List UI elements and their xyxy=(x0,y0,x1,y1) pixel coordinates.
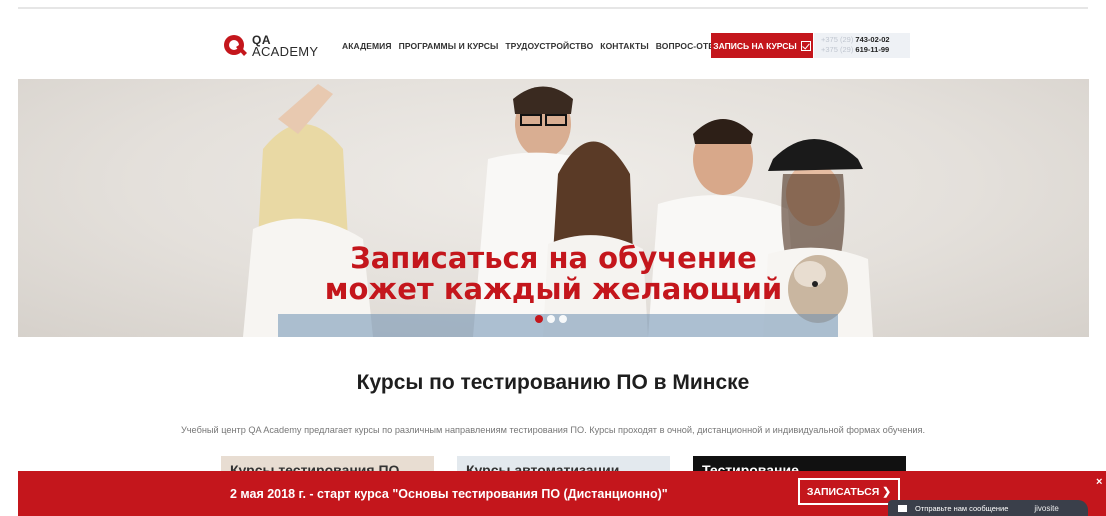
chat-brand: jivosite xyxy=(1034,503,1059,513)
logo-q-icon xyxy=(222,33,248,59)
chevron-right-icon: ❯ xyxy=(882,485,892,498)
page-description: Учебный центр QA Academy предлагает курс… xyxy=(180,425,926,435)
nav-programs[interactable]: ПРОГРАММЫ И КУРСЫ xyxy=(399,41,499,51)
main-nav: АКАДЕМИЯ ПРОГРАММЫ И КУРСЫ ТРУДОУСТРОЙСТ… xyxy=(342,41,726,51)
phone-1[interactable]: +375 (29) 743-02-02 xyxy=(821,35,910,45)
site-header: QA ACADEMY АКАДЕМИЯ ПРОГРАММЫ И КУРСЫ ТР… xyxy=(0,30,1106,62)
slider-dot-3[interactable] xyxy=(559,315,567,323)
slider-dot-1[interactable] xyxy=(535,315,543,323)
hero-title-line1: Записаться на обучение xyxy=(350,241,757,275)
phone-2[interactable]: +375 (29) 619-11-99 xyxy=(821,45,910,55)
close-icon[interactable]: × xyxy=(1096,476,1102,488)
nav-academy[interactable]: АКАДЕМИЯ xyxy=(342,41,392,51)
check-square-icon xyxy=(800,40,811,51)
hero-slider[interactable]: Записаться на обучение может каждый жела… xyxy=(18,79,1089,337)
enroll-button[interactable]: ЗАПИСЬ НА КУРСЫ xyxy=(711,33,813,58)
promo-button-label: ЗАПИСАТЬСЯ xyxy=(806,485,880,498)
nav-employment[interactable]: ТРУДОУСТРОЙСТВО xyxy=(505,41,593,51)
chat-label: Отправьте нам сообщение xyxy=(915,503,1009,513)
mail-icon xyxy=(898,504,907,512)
slider-dots xyxy=(535,315,567,323)
promo-enroll-button[interactable]: ЗАПИСАТЬСЯ ❯ xyxy=(798,478,900,505)
phone-numbers: +375 (29) 743-02-02 +375 (29) 619-11-99 xyxy=(814,33,910,58)
logo[interactable]: QA ACADEMY xyxy=(222,32,318,60)
enroll-button-label: ЗАПИСЬ НА КУРСЫ xyxy=(713,40,797,51)
slider-dot-2[interactable] xyxy=(547,315,555,323)
promo-text: 2 мая 2018 г. - старт курса "Основы тест… xyxy=(230,487,668,501)
hero-title-line2: может каждый желающий xyxy=(324,272,783,306)
top-divider xyxy=(18,7,1088,9)
nav-contacts[interactable]: КОНТАКТЫ xyxy=(600,41,648,51)
chat-widget[interactable]: Отправьте нам сообщение jivosite xyxy=(888,500,1088,516)
logo-text-academy: ACADEMY xyxy=(252,44,319,59)
page-title: Курсы по тестированию ПО в Минске xyxy=(356,371,750,394)
